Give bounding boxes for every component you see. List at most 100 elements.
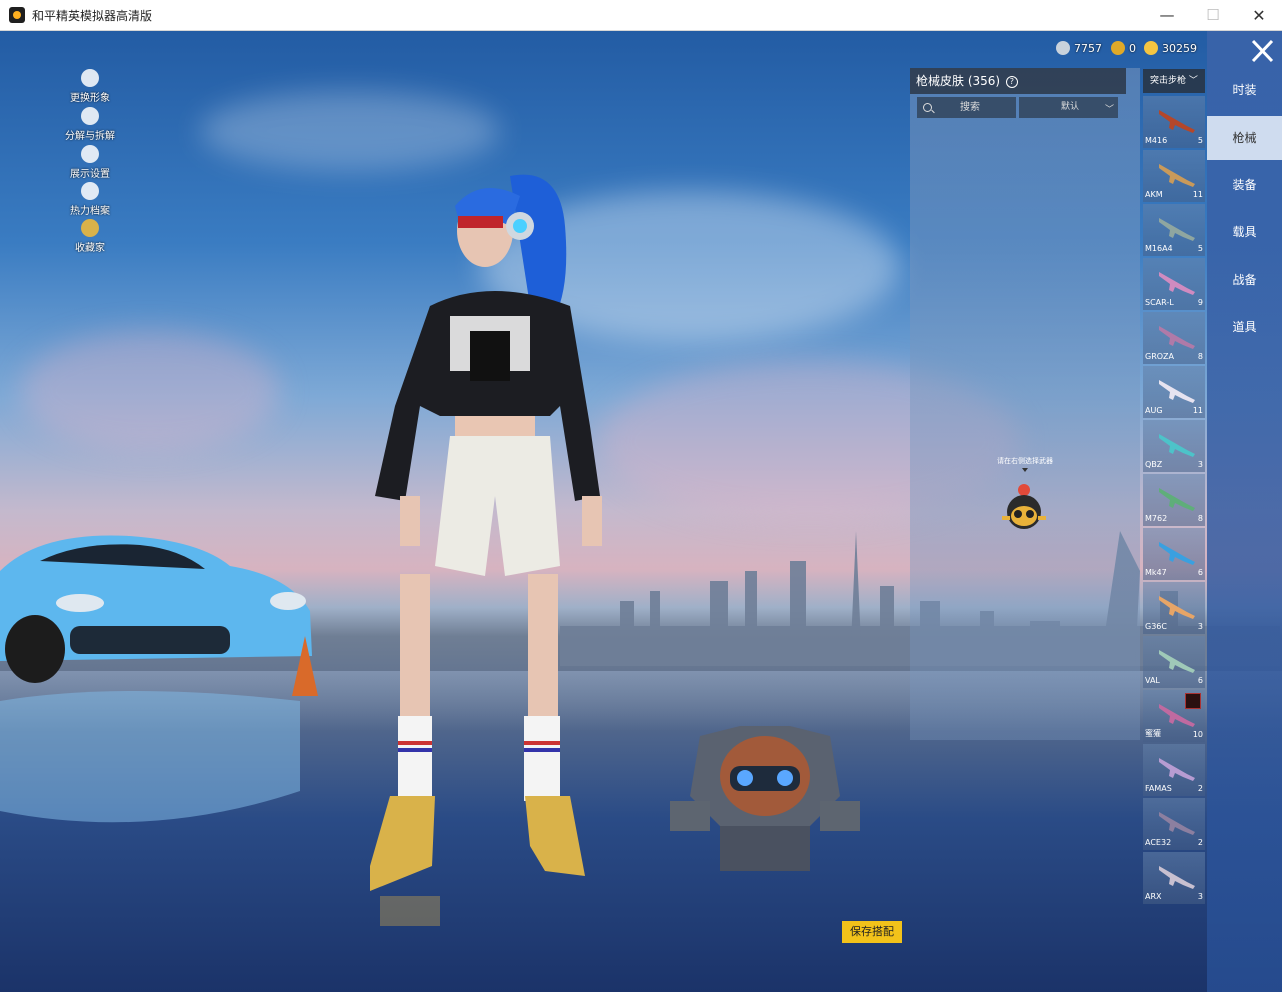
weapon-name: 蜜獾 — [1145, 729, 1161, 738]
weapon-item[interactable]: M762 8 — [1143, 474, 1205, 526]
flame-icon — [81, 182, 99, 200]
weapon-item[interactable]: QBZ 3 — [1143, 420, 1205, 472]
sort-dropdown[interactable]: 默认 ﹀ — [1019, 97, 1118, 118]
weapon-skin-count: 2 — [1197, 838, 1203, 847]
help-icon[interactable]: ? — [1005, 75, 1018, 88]
left-menu-collector[interactable]: 收藏家 — [60, 219, 120, 254]
weapon-skin-count: 8 — [1197, 352, 1203, 361]
weapon-skin-count: 11 — [1192, 190, 1203, 199]
weapon-item[interactable]: M416 5 — [1143, 96, 1205, 148]
tab-3[interactable]: 载具 — [1207, 210, 1282, 254]
weapon-skin-count: 2 — [1197, 784, 1203, 793]
player-character — [370, 174, 602, 926]
tab-5[interactable]: 道具 — [1207, 305, 1282, 349]
rifle-icon — [1159, 596, 1195, 619]
weapon-name: ARX — [1145, 892, 1162, 901]
weapon-name: ACE32 — [1145, 838, 1172, 847]
save-outfit-button[interactable]: 保存搭配 — [842, 921, 902, 943]
tab-1[interactable]: 枪械 — [1207, 116, 1282, 160]
weapon-skin-count: 5 — [1197, 136, 1203, 145]
category-label: 突击步枪 — [1150, 76, 1187, 86]
close-window-button[interactable]: ✕ — [1236, 0, 1282, 30]
mech-pet — [670, 726, 860, 871]
weapon-skin-count: 10 — [1192, 730, 1203, 739]
sort-label: 默认 — [1061, 102, 1080, 112]
search-label: 搜索 — [960, 102, 980, 113]
currency-silver: 7757 — [1056, 41, 1102, 55]
app-logo-icon — [9, 7, 25, 23]
left-menu-heat-profile[interactable]: 热力档案 — [60, 182, 120, 217]
rifle-icon — [1159, 758, 1195, 781]
left-menu-change-appearance[interactable]: 更换形象 — [60, 69, 120, 104]
eye-icon — [81, 145, 99, 163]
weapon-name: GROZA — [1145, 352, 1175, 361]
weapon-skin-count: 9 — [1197, 298, 1203, 307]
rifle-icon — [1159, 272, 1195, 295]
rifle-icon — [1159, 650, 1195, 673]
weapon-skin-count: 8 — [1197, 514, 1203, 523]
avatar-icon — [81, 69, 99, 87]
weapon-skin-count: 6 — [1197, 568, 1203, 577]
select-weapon-hint: 请在右侧选择武器 — [997, 457, 1053, 465]
weapon-name: Mk47 — [1145, 568, 1167, 577]
left-menu-decompose[interactable]: 分解与拆解 — [60, 107, 120, 142]
left-menu-display-settings[interactable]: 展示设置 — [60, 145, 120, 180]
maximize-button[interactable]: ☐ — [1190, 0, 1236, 30]
chick-mascot-icon — [1002, 484, 1046, 529]
weapon-name: M416 — [1145, 136, 1168, 145]
currency-value: 0 — [1129, 41, 1136, 55]
weapon-item[interactable]: AKM 11 — [1143, 150, 1205, 202]
rifle-icon — [1159, 488, 1195, 511]
weapon-item[interactable]: ARX 3 — [1143, 852, 1205, 904]
tab-2[interactable]: 装备 — [1207, 163, 1282, 207]
weapon-skin-count: 3 — [1197, 460, 1203, 469]
weapon-item[interactable]: GROZA 8 — [1143, 312, 1205, 364]
window-titlebar: 和平精英模拟器高清版 — ☐ ✕ — [0, 0, 1282, 31]
panel-title: 枪械皮肤 (356) — [916, 74, 1001, 88]
tab-0[interactable]: 时装 — [1207, 68, 1282, 112]
weapon-name: VAL — [1145, 676, 1160, 685]
currency-gold: 30259 — [1144, 41, 1197, 55]
sports-car — [0, 535, 318, 823]
silver-coin-icon — [1056, 41, 1070, 55]
weapon-name: M16A4 — [1145, 244, 1173, 253]
rifle-icon — [1159, 812, 1195, 835]
chevron-down-icon: ﹀ — [1105, 105, 1115, 115]
weapon-skin-count: 6 — [1197, 676, 1203, 685]
weapon-item[interactable]: G36C 3 — [1143, 582, 1205, 634]
rifle-icon — [1159, 110, 1195, 133]
weapon-item[interactable]: FAMAS 2 — [1143, 744, 1205, 796]
weapon-item[interactable]: AUG 11 — [1143, 366, 1205, 418]
left-menu-label: 展示设置 — [70, 169, 110, 180]
rifle-icon — [1159, 542, 1195, 565]
search-icon — [923, 103, 932, 112]
weapon-name: M762 — [1145, 514, 1168, 523]
cloud — [20, 331, 280, 451]
close-icon[interactable] — [1244, 36, 1280, 66]
rifle-icon — [1159, 434, 1195, 457]
weapon-item[interactable]: Mk47 6 — [1143, 528, 1205, 580]
weapon-item[interactable]: SCAR-L 9 — [1143, 258, 1205, 310]
weapon-skin-count: 11 — [1192, 406, 1203, 415]
minimize-button[interactable]: — — [1144, 0, 1190, 30]
skin-search-input[interactable]: 搜索 — [917, 97, 1016, 118]
weapon-item[interactable]: ACE32 2 — [1143, 798, 1205, 850]
weapon-name: G36C — [1145, 622, 1167, 631]
weapon-skin-panel — [910, 68, 1140, 740]
rifle-icon — [1159, 380, 1195, 403]
weapon-item[interactable]: 蜜獾 10 — [1143, 690, 1205, 742]
weapon-name: FAMAS — [1145, 784, 1172, 793]
panel-header: 枪械皮肤 (356) ? — [910, 68, 1126, 94]
weapon-category-select[interactable]: 突击步枪 ﹀ — [1143, 69, 1205, 93]
tab-4[interactable]: 战备 — [1207, 258, 1282, 302]
weapon-skin-count: 3 — [1197, 622, 1203, 631]
weapon-skin-count: 3 — [1197, 892, 1203, 901]
left-menu-label: 分解与拆解 — [65, 131, 115, 142]
left-menu-label: 更换形象 — [70, 93, 110, 104]
collector-icon — [81, 219, 99, 237]
weapon-list: M416 5 AKM 11 M16A4 5 SCAR-L 9 GROZA 8 AUG 11 QBZ 3 M7… — [1143, 96, 1205, 906]
weapon-item[interactable]: M16A4 5 — [1143, 204, 1205, 256]
weapon-item[interactable]: VAL 6 — [1143, 636, 1205, 688]
gold-medal-icon — [1111, 41, 1125, 55]
puzzle-icon — [81, 107, 99, 125]
